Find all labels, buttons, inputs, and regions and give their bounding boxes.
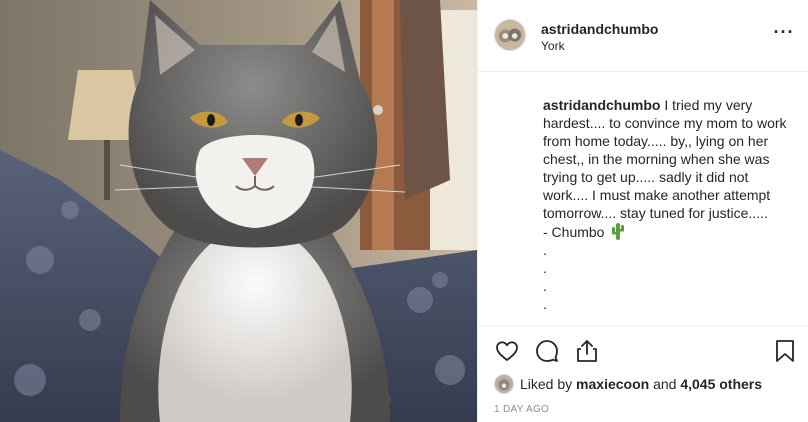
ellipsis-icon: ··· (773, 22, 795, 42)
caption-line: . (543, 260, 547, 276)
post-details-panel: astridandchumbo York ··· astridandchumbo… (477, 0, 808, 422)
share-button[interactable] (574, 338, 600, 364)
caption-line: I tried my very (664, 97, 753, 113)
post-location[interactable]: York (541, 39, 565, 53)
caption-line: work.... I must make another attempt (543, 187, 771, 203)
post-caption: astridandchumbo I tried my very hardest.… (543, 96, 793, 313)
post-actions: Liked by maxiecoon and 4,045 others 1 DA… (478, 325, 808, 422)
save-button[interactable] (772, 338, 798, 364)
caption-line: from home today..... by,, lying on her (543, 133, 769, 149)
avatar-image (495, 20, 525, 50)
heart-icon (496, 341, 518, 361)
like-button[interactable] (494, 338, 520, 364)
caption-username[interactable]: astridandchumbo (543, 97, 660, 113)
caption-line: - Chumbo (543, 224, 605, 240)
liker-avatar-image (495, 375, 513, 393)
cat-photo-illustration (0, 0, 477, 422)
cactus-icon (612, 223, 625, 240)
liker-avatar[interactable] (494, 374, 514, 394)
caption-line: . (543, 296, 547, 312)
post-timestamp[interactable]: 1 DAY AGO (494, 404, 549, 415)
bookmark-icon (776, 340, 794, 362)
comment-button[interactable] (534, 338, 560, 364)
likes-summary: Liked by maxiecoon and 4,045 others (494, 374, 762, 394)
caption-line: . (543, 242, 547, 258)
post-photo[interactable] (0, 0, 477, 422)
more-options-button[interactable]: ··· (772, 22, 796, 46)
likes-prefix: Liked by (520, 376, 573, 392)
caption-line: tomorrow.... stay tuned for justice..... (543, 205, 768, 221)
liker-username[interactable]: maxiecoon (576, 376, 649, 392)
caption-line: . (543, 278, 547, 294)
caption-line: chest,, in the morning when she was (543, 151, 770, 167)
caption-line: trying to get up..... sadly it did not (543, 169, 749, 185)
caption-line: hardest.... to convince my mom to work (543, 115, 787, 131)
post-username[interactable]: astridandchumbo (541, 21, 658, 37)
instagram-post: astridandchumbo York ··· astridandchumbo… (0, 0, 808, 422)
likes-count[interactable]: 4,045 others (680, 376, 762, 392)
share-icon (577, 340, 597, 362)
post-header: astridandchumbo York ··· (478, 0, 808, 72)
likes-and: and (653, 376, 677, 392)
comment-icon (536, 340, 558, 362)
profile-avatar[interactable] (494, 19, 526, 51)
